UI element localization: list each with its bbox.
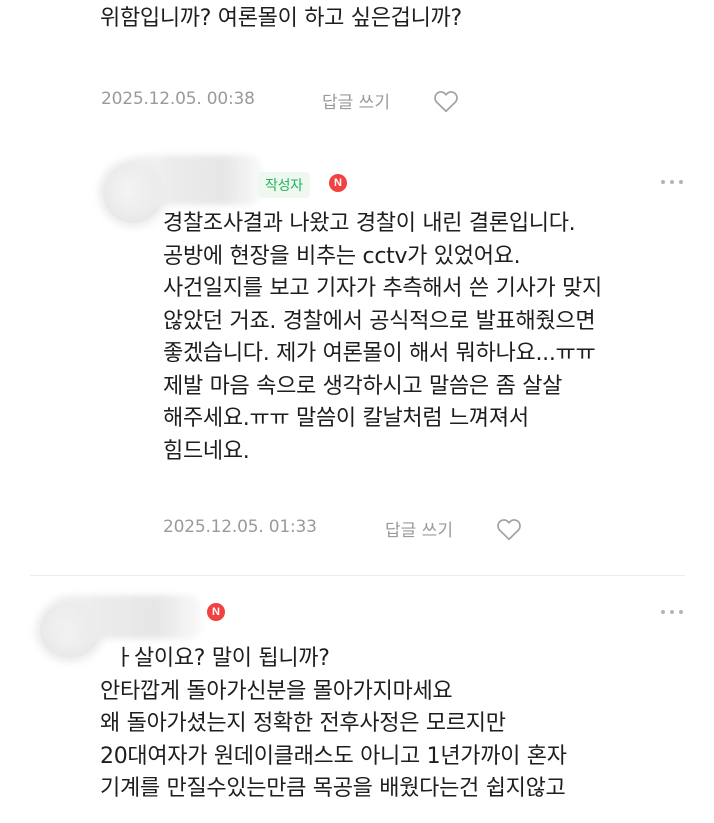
comment-body: ㅏ살이요? 말이 됩니까? 안타깝게 돌아가신분을 몰아가지마세요 왜 돌아가셨… — [100, 643, 567, 806]
divider — [30, 575, 685, 576]
comment-line: ㅏ살이요? 말이 됩니까? — [114, 646, 330, 671]
comment-line: 20대여자가 원데이클래스도 아니고 1년가까이 혼자 — [100, 743, 567, 769]
reply-button[interactable]: 답글 쓰기 — [322, 88, 390, 113]
new-badge: N — [329, 174, 347, 192]
comment-line: 안타깝게 돌아가신분을 몰아가지마세요 — [100, 678, 453, 704]
author-name-blurred[interactable] — [128, 155, 263, 205]
heart-outline-icon[interactable] — [433, 89, 459, 113]
comment-date: 2025.12.05. 00:38 — [101, 89, 255, 109]
comment-line: 왜 돌아가셨는지 정확한 전후사정은 모르지만 — [100, 711, 506, 736]
more-dots-icon[interactable] — [661, 180, 683, 184]
comment-line: 않았던 거죠. 경찰에서 공식적으로 발표해줬으면 — [163, 308, 596, 334]
author-badge: 작성자 — [258, 172, 310, 198]
comment-line: 제발 마음 속으로 생각하시고 말씀은 좀 살살 — [163, 373, 563, 399]
comment-line: 해주세요.ㅠㅠ 말씀이 칼날처럼 느껴져서 — [163, 406, 529, 431]
comment-line: 공방에 현장을 비추는 cctv가 있었어요. — [163, 243, 521, 269]
comment-body: 경찰조사결과 나왔고 경찰이 내린 결론입니다. 공방에 현장을 비추는 cct… — [163, 208, 602, 468]
comment-line: 기계를 만질수있는만큼 목공을 배웠다는건 쉽지않고 — [100, 776, 566, 801]
comment-line: 사건일지를 보고 기자가 추측해서 쓴 기사가 맞지 — [163, 276, 602, 301]
comment-date: 2025.12.05. 01:33 — [163, 517, 317, 537]
new-badge: N — [207, 603, 225, 621]
reply-button[interactable]: 답글 쓰기 — [385, 516, 453, 541]
author-name-blurred[interactable] — [52, 595, 202, 639]
comment-line: 힘드네요. — [163, 438, 250, 464]
more-dots-icon[interactable] — [661, 610, 683, 614]
comment-line: 좋겠습니다. 제가 여론몰이 해서 뭐하나요...ㅠㅠ — [163, 341, 596, 366]
heart-outline-icon[interactable] — [496, 517, 522, 541]
comment-line: 경찰조사결과 나왔고 경찰이 내린 결론입니다. — [163, 211, 576, 236]
comment-text: 위함입니까? 여론몰이 하고 싶은겁니까? — [100, 6, 462, 31]
